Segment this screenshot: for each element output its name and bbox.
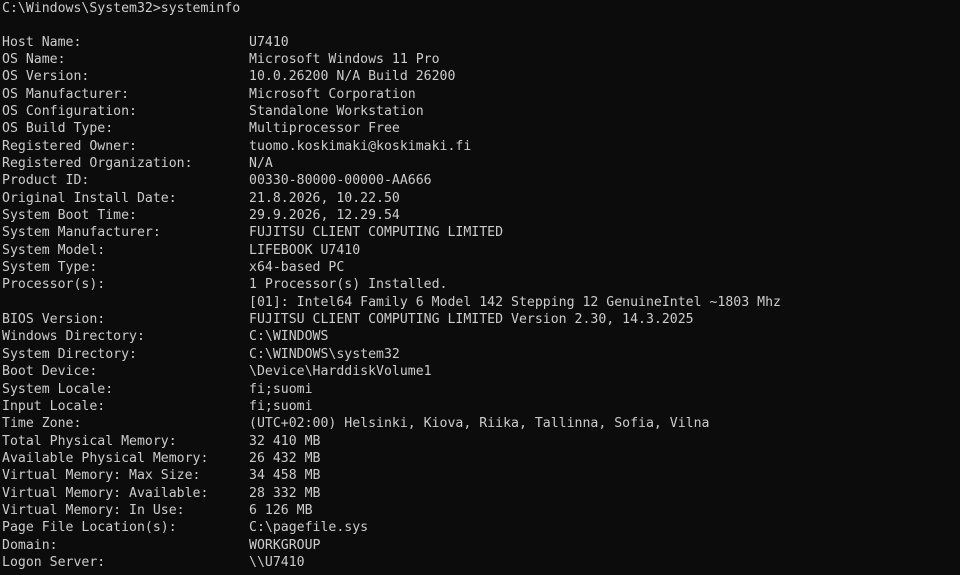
property-value: WORKGROUP [249, 537, 321, 553]
property-label: OS Name: [2, 51, 66, 67]
property-value: 1 Processor(s) Installed. [249, 277, 448, 293]
property-value: Multiprocessor Free [249, 121, 400, 137]
property-label: Virtual Memory: Available: [2, 485, 209, 501]
property-label: Original Install Date: [2, 190, 177, 206]
property-label: Available Physical Memory: [2, 450, 209, 466]
property-value: fi;suomi [249, 381, 313, 397]
property-value: C:\WINDOWS\system32 [249, 346, 400, 362]
property-label: System Boot Time: [2, 208, 137, 223]
property-label: OS Configuration: [2, 103, 137, 119]
property-value: 34 458 MB [249, 468, 321, 484]
property-value: \Device\HarddiskVolume1 [249, 364, 432, 380]
property-label: System Model: [2, 242, 106, 258]
property-label: Page File Location(s): [2, 520, 177, 536]
property-value: LIFEBOOK U7410 [249, 242, 361, 258]
property-value: FUJITSU CLIENT COMPUTING LIMITED Version… [249, 312, 694, 328]
property-label: OS Version: [2, 69, 90, 85]
property-label: Boot Device: [2, 364, 98, 380]
property-value: C:\WINDOWS [249, 329, 329, 345]
property-label: Virtual Memory: In Use: [2, 502, 185, 518]
property-label: Registered Owner: [2, 138, 137, 154]
property-label: Time Zone: [2, 416, 82, 432]
property-label: System Type: [2, 260, 98, 276]
property-label: BIOS Version: [2, 312, 106, 328]
property-label: Host Name: [2, 34, 82, 50]
property-label: Windows Directory: [2, 329, 145, 345]
property-value: 28 332 MB [249, 485, 321, 501]
command-prompt-line: C:\Windows\System32>systeminfo [2, 0, 240, 17]
property-label: Product ID: [2, 173, 90, 189]
property-value: x64-based PC [249, 260, 345, 276]
property-value: C:\pagefile.sys [249, 520, 369, 536]
property-value: Microsoft Windows 11 Pro [249, 51, 440, 67]
property-value: 29.9.2026, 12.29.54 [249, 208, 400, 223]
property-value: (UTC+02:00) Helsinki, Kiova, Riika, Tall… [249, 416, 710, 432]
prompt-path: C:\Windows\System32> [2, 1, 161, 16]
property-value: Standalone Workstation [249, 103, 424, 119]
property-label: Logon Server: [2, 555, 106, 570]
property-label: System Manufacturer: [2, 225, 161, 241]
property-value: N/A [249, 155, 273, 171]
property-label: Domain: [2, 537, 58, 553]
console-window[interactable]: C:\Windows\System32>systeminfo Host Name… [0, 0, 960, 575]
property-value: 10.0.26200 N/A Build 26200 [249, 69, 456, 85]
property-label: System Locale: [2, 381, 114, 397]
property-value: FUJITSU CLIENT COMPUTING LIMITED [249, 225, 504, 241]
property-value: tuomo.koskimaki@koskimaki.fi [249, 138, 472, 154]
property-label: Input Locale: [2, 398, 106, 414]
property-label: Registered Organization: [2, 155, 193, 171]
property-label: OS Manufacturer: [2, 86, 130, 102]
property-value: fi;suomi [249, 398, 313, 414]
property-label: Virtual Memory: Max Size: [2, 468, 201, 484]
property-value: U7410 [249, 34, 289, 50]
property-label: Total Physical Memory: [2, 433, 177, 449]
property-value: 00330-80000-00000-AA666 [249, 173, 432, 189]
property-value: 6 126 MB [249, 502, 313, 518]
command-text: systeminfo [160, 1, 241, 16]
property-value: 26 432 MB [249, 450, 321, 466]
property-value: \\U7410 [249, 555, 305, 570]
property-label: Processor(s): [2, 277, 106, 293]
property-value: 32 410 MB [249, 433, 321, 449]
property-label: System Directory: [2, 346, 137, 362]
property-label: OS Build Type: [2, 121, 114, 137]
property-value: 21.8.2026, 10.22.50 [249, 190, 400, 206]
property-value: Microsoft Corporation [249, 86, 416, 102]
property-value: [01]: Intel64 Family 6 Model 142 Steppin… [249, 294, 781, 310]
